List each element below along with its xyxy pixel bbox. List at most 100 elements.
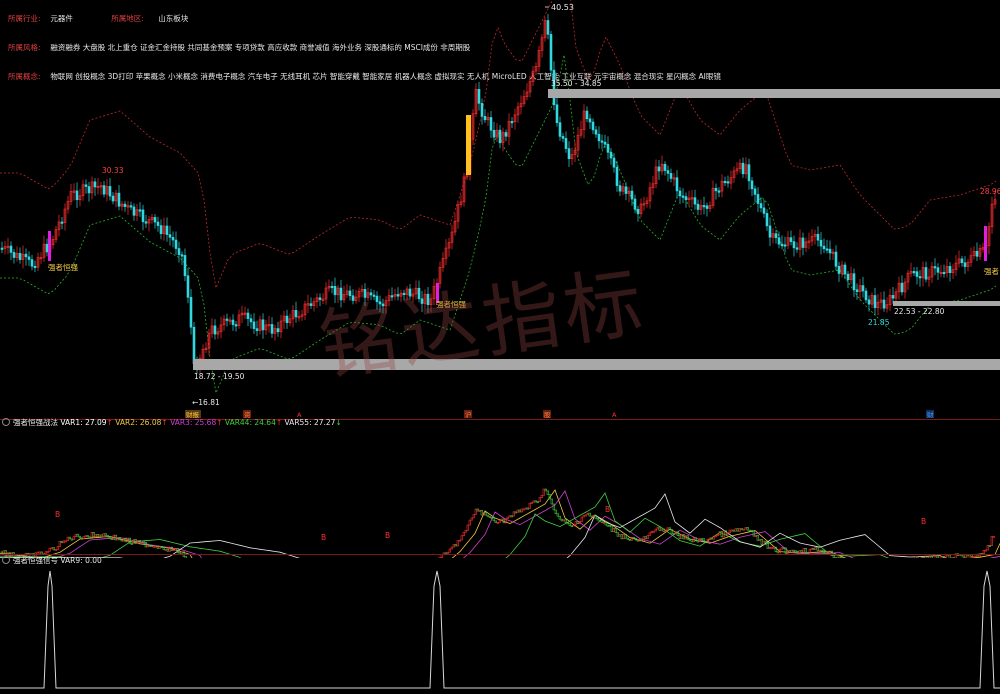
candle	[117, 192, 121, 207]
indicator-bar	[792, 549, 795, 552]
indicator-bar	[130, 542, 133, 545]
candle	[18, 253, 22, 260]
indicator-bar	[510, 515, 513, 518]
panel-toggle-icon[interactable]	[2, 418, 10, 426]
candle	[480, 103, 484, 117]
signal-panel-header[interactable]: 强者恒强信号 VAR9: 0.00	[2, 556, 102, 566]
candle	[624, 186, 628, 194]
indicator-bar	[542, 488, 545, 496]
indicator-bar	[988, 545, 991, 547]
indicator-bar	[772, 546, 775, 549]
candle	[693, 197, 697, 205]
candle	[132, 206, 136, 216]
indicator-chart[interactable]: B B B B B	[0, 428, 1000, 558]
event-marker[interactable]: 财	[926, 410, 934, 419]
candle	[819, 239, 823, 247]
indicator-bar	[556, 513, 559, 517]
candle	[123, 203, 127, 207]
svg-text:沪: 沪	[465, 410, 472, 419]
indicator-bar	[146, 544, 149, 548]
candle	[102, 185, 106, 195]
indicator-bar	[38, 551, 41, 554]
candle	[93, 181, 97, 188]
zone-bottom-label: 18.72 - 19.50	[194, 372, 245, 381]
candle	[933, 266, 937, 269]
var1-value: VAR1: 27.09	[60, 418, 107, 427]
candle	[918, 276, 922, 279]
zone-mid-label: 22.53 - 22.80	[894, 307, 945, 316]
indicator-bar	[636, 539, 639, 542]
indicator-bar	[642, 536, 645, 542]
candle	[231, 319, 235, 325]
indicator-bar	[990, 536, 993, 546]
candle	[630, 190, 634, 200]
candle	[246, 312, 250, 319]
indicator-bar	[534, 500, 537, 503]
indicator-bar	[836, 556, 839, 558]
candle	[285, 315, 289, 324]
indicator-bar	[576, 521, 579, 524]
indicator-bar	[800, 550, 803, 553]
candle	[189, 296, 193, 328]
signal-chart[interactable]	[0, 566, 1000, 694]
indicator-bar	[126, 537, 129, 543]
candle	[108, 186, 112, 197]
candle	[615, 166, 619, 186]
candle	[762, 207, 766, 214]
indicator-bar	[464, 530, 467, 533]
recent-high-label: 28.96	[980, 187, 1000, 196]
indicator-bar	[474, 508, 477, 515]
candle	[750, 180, 754, 190]
signal-label: 强者恒强	[48, 262, 78, 272]
indicator-bar	[770, 546, 773, 549]
event-marker[interactable]: A	[612, 411, 617, 419]
svg-text:股: 股	[544, 411, 551, 419]
indicator-bar	[764, 540, 767, 543]
indicator-panel-header[interactable]: 强者恒强战法 VAR1: 27.09↑ VAR2: 26.08↑ VAR3: 2…	[2, 418, 342, 428]
indicator-bar	[476, 508, 479, 512]
candle	[159, 225, 163, 234]
candle	[255, 328, 259, 331]
indicator-bar	[740, 528, 743, 531]
indicator-bar	[498, 520, 501, 523]
indicator-bar	[914, 556, 917, 558]
candle	[867, 299, 871, 305]
indicator-bar	[550, 498, 553, 505]
indicator-bar	[586, 512, 589, 516]
event-marker[interactable]: 股	[543, 410, 551, 419]
indicator-bar	[478, 509, 481, 512]
indicator-bar	[544, 488, 547, 492]
indicator-bar	[484, 512, 487, 516]
candle	[171, 237, 175, 241]
candle	[765, 213, 769, 227]
indicator-bar	[768, 546, 771, 549]
candle	[609, 152, 613, 159]
panel-toggle-icon[interactable]	[2, 556, 10, 564]
indicator-bar	[660, 528, 663, 531]
indicator-bar	[776, 551, 779, 554]
indicator-bar	[490, 516, 493, 519]
indicator-bar	[78, 535, 81, 539]
indicator-bar	[810, 547, 813, 550]
indicator-bar	[658, 526, 661, 531]
candle	[483, 115, 487, 121]
indicator-bar	[514, 511, 517, 514]
indicator-bar	[110, 538, 113, 540]
indicator-bar	[466, 524, 469, 531]
indicator-bar	[746, 527, 749, 531]
var55-line	[0, 493, 947, 558]
indicator-bar	[650, 531, 653, 534]
event-marker[interactable]: 沪	[464, 410, 472, 419]
candle	[696, 203, 700, 210]
candle	[753, 188, 757, 195]
indicator-bar	[944, 555, 947, 558]
candle	[168, 234, 172, 238]
indicator-bar	[732, 529, 735, 532]
candle	[612, 157, 616, 168]
indicator-bar	[804, 548, 807, 554]
indicator-bar	[64, 540, 67, 543]
candle	[186, 275, 190, 298]
indicator-bar	[782, 547, 785, 550]
indicator-bar	[608, 524, 611, 527]
indicator-bar	[964, 554, 967, 558]
